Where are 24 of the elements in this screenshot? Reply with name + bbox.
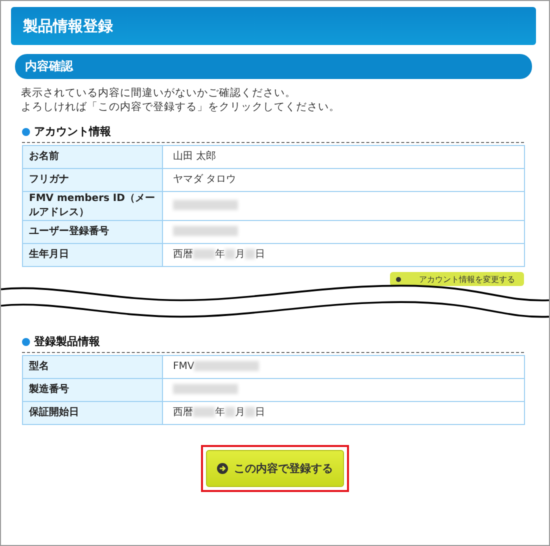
- field-value: 西暦 年 月 日: [162, 244, 524, 266]
- field-label: お名前: [22, 146, 162, 168]
- intro-text: 表示されている内容に間違いがないかご確認ください。: [21, 86, 297, 100]
- field-value: 山田 太郎: [162, 146, 524, 168]
- field-label: FMV members ID（メールアドレス）: [22, 192, 162, 220]
- bullet-icon: [22, 338, 30, 346]
- field-label: フリガナ: [22, 168, 162, 192]
- field-value: FMV: [162, 356, 524, 378]
- arrow-icon: [217, 463, 228, 474]
- field-value: 西暦 年 月 日: [162, 402, 524, 424]
- section-heading: 登録製品情報: [34, 334, 100, 349]
- field-label: ユーザー登録番号: [22, 220, 162, 244]
- change-account-button[interactable]: アカウント情報を変更する: [390, 272, 524, 286]
- intro-text: よろしければ「この内容で登録する」をクリックしてください。: [21, 100, 341, 114]
- field-label: 製造番号: [22, 378, 162, 402]
- field-label: 保証開始日: [22, 402, 162, 424]
- section-title: 内容確認: [15, 54, 532, 79]
- field-label: 生年月日: [22, 244, 162, 266]
- submit-button[interactable]: この内容で登録する: [206, 450, 344, 487]
- page-title: 製品情報登録: [11, 7, 536, 45]
- bullet-icon: [22, 128, 30, 136]
- field-value: ヤマダ タロウ: [162, 168, 524, 192]
- section-heading: アカウント情報: [34, 124, 111, 139]
- field-label: 型名: [22, 356, 162, 378]
